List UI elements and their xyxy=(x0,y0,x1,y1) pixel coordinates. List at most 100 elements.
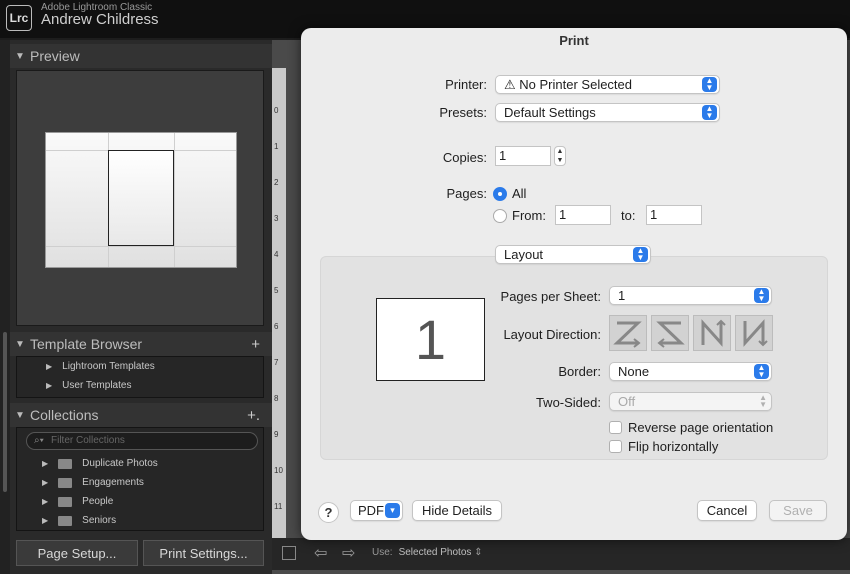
printer-label: Printer: xyxy=(445,77,487,92)
copies-field[interactable]: 1 xyxy=(495,146,551,166)
add-template-icon[interactable]: + xyxy=(251,336,260,353)
template-browser-label: Template Browser xyxy=(30,336,143,352)
collection-label: Engagements xyxy=(82,477,144,488)
previous-arrow-icon[interactable]: ⇦ xyxy=(314,543,327,563)
collection-label: Duplicate Photos xyxy=(82,458,158,469)
collection-item[interactable]: ▶ Duplicate Photos xyxy=(42,458,158,469)
page-setup-button[interactable]: Page Setup... xyxy=(16,540,138,566)
popup-arrows-icon: ▲ ▼ xyxy=(633,247,648,262)
two-sided-select[interactable]: Off ▲ ▼ xyxy=(609,392,772,411)
layout-direction-label: Layout Direction: xyxy=(503,327,601,342)
layout-direction-reverse-z-button[interactable] xyxy=(651,315,689,351)
template-folder-lightroom[interactable]: ▶ Lightroom Templates xyxy=(46,361,155,372)
layout-direction-reverse-n-button[interactable] xyxy=(735,315,773,351)
printer-value: No Printer Selected xyxy=(519,77,633,92)
collections-header[interactable]: ▼ Collections +. xyxy=(10,403,272,427)
preview-guide xyxy=(46,246,236,247)
pages-from-field[interactable]: 1 xyxy=(555,205,611,225)
flip-horizontally-checkbox[interactable] xyxy=(609,440,622,453)
pdf-menu-button[interactable]: PDF ▾ xyxy=(350,500,403,521)
preview-page xyxy=(45,132,237,268)
lightroom-logo: Lrc xyxy=(6,5,32,31)
pages-per-sheet-value: 1 xyxy=(618,288,626,303)
popup-arrows-icon: ▲ ▼ xyxy=(759,393,767,409)
presets-label: Presets: xyxy=(439,105,487,120)
print-settings-button[interactable]: Print Settings... xyxy=(143,540,264,566)
bottom-toolbar: ⇦ ⇨ Use: Selected Photos ⇕ xyxy=(272,538,850,570)
presets-select[interactable]: Default Settings ▲ ▼ xyxy=(495,103,720,122)
toolbar-toggle-box[interactable] xyxy=(282,546,296,560)
direction-reverse-n-icon xyxy=(743,319,768,347)
collection-set-icon xyxy=(58,515,73,526)
popup-arrows-icon: ▲ ▼ xyxy=(754,364,769,379)
expand-arrow-icon: ▶ xyxy=(46,381,53,390)
pages-from-radio[interactable] xyxy=(493,209,507,223)
ruler-tick-label: 5 xyxy=(274,286,279,295)
direction-reverse-z-icon xyxy=(656,321,685,348)
pages-all-label: All xyxy=(512,186,527,201)
two-sided-label: Two-Sided: xyxy=(535,395,601,410)
add-collection-icon[interactable]: +. xyxy=(247,407,260,424)
scrollbar-thumb[interactable] xyxy=(3,332,7,492)
pages-all-radio[interactable] xyxy=(493,187,507,201)
expand-arrow-icon: ▶ xyxy=(42,478,49,487)
collection-set-icon xyxy=(58,477,73,488)
cancel-button[interactable]: Cancel xyxy=(697,500,757,521)
ruler-tick-label: 8 xyxy=(274,394,279,403)
next-arrow-icon[interactable]: ⇨ xyxy=(342,543,355,563)
pages-per-sheet-label: Pages per Sheet: xyxy=(500,289,601,304)
hide-details-button[interactable]: Hide Details xyxy=(412,500,502,521)
border-label: Border: xyxy=(558,364,601,379)
collection-item[interactable]: ▶ Engagements xyxy=(42,477,144,488)
collection-filter-input[interactable]: ⌕▾ Filter Collections xyxy=(26,432,258,450)
printer-select[interactable]: ⚠ No Printer Selected ▲ ▼ xyxy=(495,75,720,94)
dialog-title: Print xyxy=(559,33,589,48)
direction-z-icon xyxy=(613,321,642,348)
use-label: Use: xyxy=(372,547,393,558)
collection-set-icon xyxy=(58,496,73,507)
layout-direction-z-button[interactable] xyxy=(609,315,647,351)
help-button[interactable]: ? xyxy=(318,502,339,523)
ruler-tick-label: 2 xyxy=(274,178,279,187)
preview-panel-header[interactable]: ▼ Preview xyxy=(10,44,272,68)
template-folder-label: Lightroom Templates xyxy=(62,361,155,372)
expand-arrow-icon: ▶ xyxy=(46,362,53,371)
section-value: Layout xyxy=(504,247,544,262)
collection-item[interactable]: ▶ Seniors xyxy=(42,515,116,526)
expand-arrow-icon: ▶ xyxy=(42,516,49,525)
template-browser-header[interactable]: ▼ Template Browser + xyxy=(10,332,272,356)
ruler-tick-label: 10 xyxy=(274,466,283,475)
collection-label: Seniors xyxy=(82,515,117,526)
use-selector[interactable]: Use: Selected Photos ⇕ xyxy=(372,547,483,558)
template-folder-user[interactable]: ▶ User Templates xyxy=(46,380,131,391)
pages-to-field[interactable]: 1 xyxy=(646,205,702,225)
layout-direction-n-button[interactable] xyxy=(693,315,731,351)
pages-per-sheet-select[interactable]: 1 ▲ ▼ xyxy=(609,286,772,305)
ruler-tick-label: 7 xyxy=(274,358,279,367)
direction-n-icon xyxy=(701,319,726,347)
popup-arrows-icon: ▲ ▼ xyxy=(754,288,769,303)
save-button[interactable]: Save xyxy=(769,500,827,521)
reverse-orientation-checkbox[interactable] xyxy=(609,421,622,434)
template-folder-label: User Templates xyxy=(62,380,132,391)
search-icon: ⌕▾ xyxy=(34,435,44,446)
presets-value: Default Settings xyxy=(504,105,596,120)
print-dialog: Print Printer: ⚠ No Printer Selected ▲ ▼ … xyxy=(301,28,847,540)
collections-label: Collections xyxy=(30,407,99,423)
popup-arrows-icon: ▲ ▼ xyxy=(702,105,717,120)
border-value: None xyxy=(618,364,650,379)
ruler-tick-label: 1 xyxy=(274,142,279,151)
border-select[interactable]: None ▲ ▼ xyxy=(609,362,772,381)
use-value: Selected Photos xyxy=(398,547,472,558)
pages-from-label: From: xyxy=(512,208,546,223)
section-select[interactable]: Layout ▲ ▼ xyxy=(495,245,651,264)
ruler-tick-label: 9 xyxy=(274,430,279,439)
left-scrollbar[interactable] xyxy=(0,40,10,574)
collapse-triangle-icon: ▼ xyxy=(15,338,25,350)
collection-item[interactable]: ▶ People xyxy=(42,496,113,507)
copies-label: Copies: xyxy=(442,150,487,165)
copies-stepper[interactable]: ▲ ▼ xyxy=(554,146,566,166)
popup-arrows-icon: ▲ ▼ xyxy=(702,77,717,92)
ruler-tick-label: 11 xyxy=(274,502,283,511)
ruler-tick-label: 4 xyxy=(274,250,279,259)
